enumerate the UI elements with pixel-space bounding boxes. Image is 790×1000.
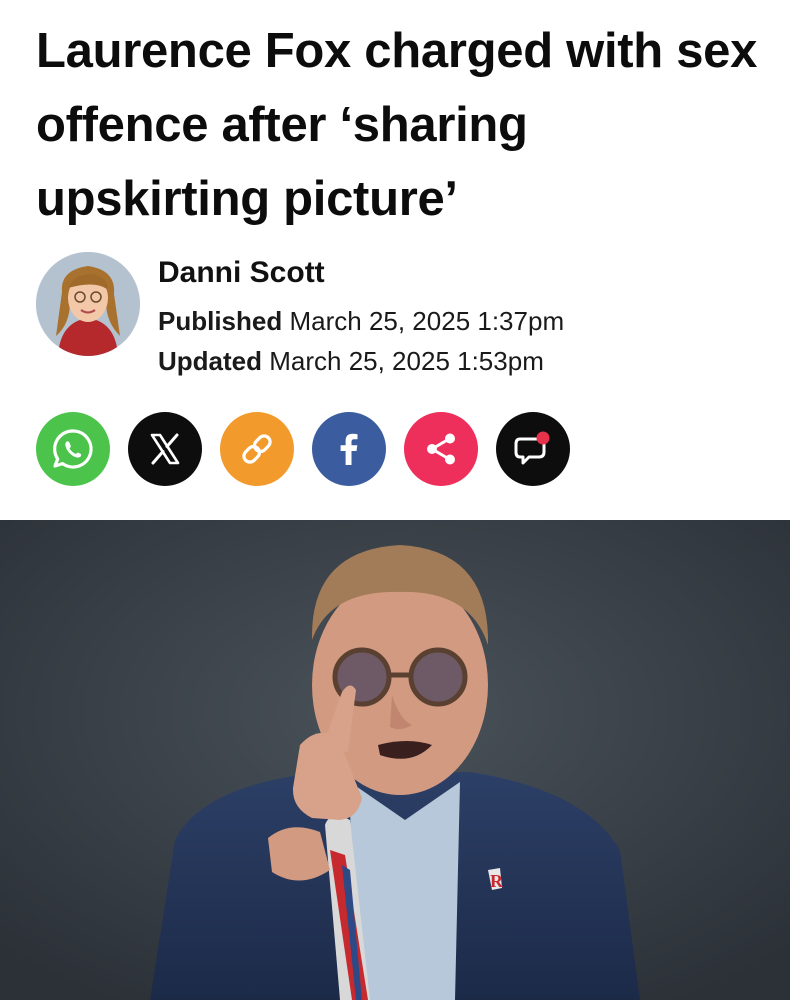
- x-share-button[interactable]: [128, 412, 202, 486]
- link-icon: [242, 434, 272, 464]
- published-value: March 25, 2025 1:37pm: [289, 306, 565, 336]
- author-avatar[interactable]: [36, 252, 140, 356]
- x-icon: [150, 433, 180, 465]
- updated-value: March 25, 2025 1:53pm: [269, 346, 544, 376]
- facebook-share-button[interactable]: [312, 412, 386, 486]
- published-date: Published March 25, 2025 1:37pm: [158, 306, 564, 337]
- published-label: Published: [158, 306, 283, 336]
- comments-button[interactable]: [496, 412, 570, 486]
- svg-text:R: R: [490, 871, 504, 891]
- article-hero-image: R: [0, 520, 790, 1000]
- share-icon: [427, 433, 455, 465]
- copy-link-button[interactable]: [220, 412, 294, 486]
- whatsapp-icon: [53, 429, 93, 469]
- article-headline: Laurence Fox charged with sex offence af…: [36, 24, 758, 226]
- share-bar: [36, 412, 596, 486]
- author-byline: Danni Scott Published March 25, 2025 1:3…: [36, 252, 756, 382]
- comment-icon: [514, 431, 550, 465]
- whatsapp-share-button[interactable]: [36, 412, 110, 486]
- share-button[interactable]: [404, 412, 478, 486]
- updated-date: Updated March 25, 2025 1:53pm: [158, 346, 544, 377]
- author-name[interactable]: Danni Scott: [158, 256, 325, 290]
- facebook-icon: [340, 433, 358, 465]
- updated-label: Updated: [158, 346, 262, 376]
